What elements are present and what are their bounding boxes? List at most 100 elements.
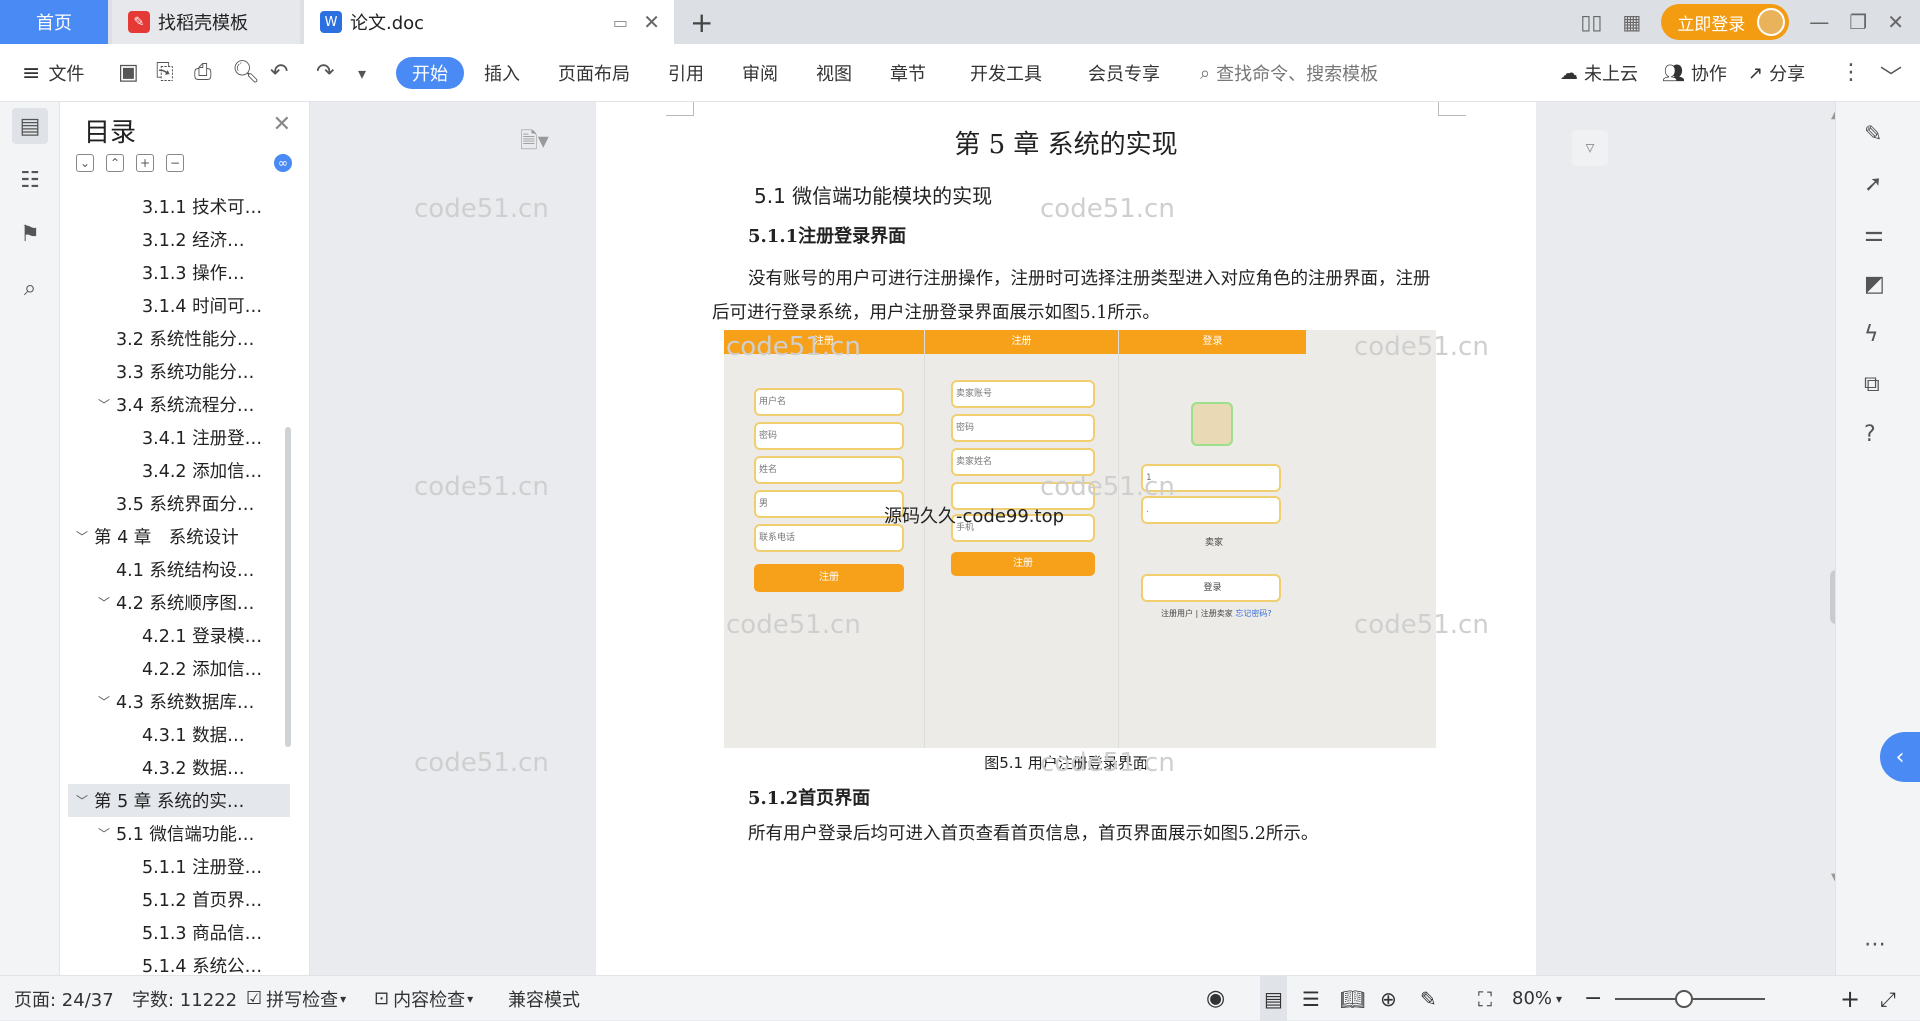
toc-item[interactable]: 4.1 系统结构设… [68,553,290,586]
menu-tab-references[interactable]: 引用 [668,44,704,102]
more-tools-icon[interactable]: ⋯ [1864,932,1886,957]
toc-item[interactable]: 5.1.3 商品信… [68,916,290,949]
grid-icon[interactable]: ▦ [1622,10,1641,34]
toc-item[interactable]: 4.2.1 登录模… [68,619,290,652]
toc-panel-icon[interactable]: ▤ [12,108,48,144]
minimize-icon[interactable]: — [1809,10,1829,34]
content-check[interactable]: ⊡ 内容检查 ▾ [374,976,473,1021]
chevron-down-icon[interactable]: ﹀ [98,693,116,710]
expand-up-icon[interactable]: ⌃ [106,154,124,172]
tab-templates[interactable]: ✎ 找稻壳模板 [112,0,300,44]
save-icon[interactable]: ▣ [118,60,139,85]
toc-item[interactable]: 3.2 系统性能分… [68,322,290,355]
word-count[interactable]: 字数: 11222 [132,976,237,1021]
toc-item[interactable]: ﹀ 第 5 章 系统的实… [68,784,290,817]
select-icon[interactable]: ➚ [1864,172,1882,197]
toc-item[interactable]: ﹀ 3.4 系统流程分… [68,388,290,421]
toc-item[interactable]: ﹀ 4.3 系统数据库… [68,685,290,718]
toc-item[interactable]: 3.3 系统功能分… [68,355,290,388]
help-icon[interactable]: ? [1864,422,1876,447]
zoom-in-icon[interactable]: + [1840,976,1860,1021]
redo-icon[interactable]: ↷ [316,60,334,85]
toc-item[interactable]: ﹀ 4.2 系统顺序图… [68,586,290,619]
fit-page-icon[interactable]: ⛶ [1478,976,1492,1021]
toc-item[interactable]: 3.5 系统界面分… [68,487,290,520]
collapse-all-icon[interactable]: ⌄ [76,154,94,172]
toc-item[interactable]: 3.4.1 注册登… [68,421,290,454]
collapse-ribbon-icon[interactable]: ﹀ [1880,60,1902,92]
toc-item[interactable]: 3.1.1 技术可… [68,190,290,223]
lightning-icon[interactable]: ϟ [1864,322,1879,347]
menu-tab-developer[interactable]: 开发工具 [970,44,1042,102]
spell-check[interactable]: ☑ 拼写检查 ▾ [246,976,346,1021]
print-icon[interactable]: ⎙ [194,60,212,85]
ai-icon[interactable]: ∞ [274,154,292,172]
pen-icon[interactable]: ✎ [1864,122,1882,147]
chevron-down-icon[interactable]: ﹀ [76,528,94,545]
page-count[interactable]: 页面: 24/37 [14,976,114,1021]
chevron-down-icon[interactable]: ﹀ [98,825,116,842]
more-quick-icon[interactable]: ▾ [358,64,366,83]
chevron-down-icon[interactable]: ﹀ [98,396,116,413]
fullscreen-icon[interactable]: ⤢ [1880,976,1896,1021]
web-view-icon[interactable]: ⊕ [1380,976,1397,1021]
toc-item[interactable]: 3.4.2 添加信… [68,454,290,487]
restore-icon[interactable]: ❐ [1849,10,1867,34]
document-page[interactable]: 第 5 章 系统的实现 5.1 微信端功能模块的实现 5.1.1注册登录界面 没… [596,102,1536,975]
monitor-icon[interactable]: ▭ [613,13,628,32]
toc-item[interactable]: 3.1.3 操作… [68,256,290,289]
toc-item[interactable]: 4.3.2 数据… [68,751,290,784]
toc-item[interactable]: 5.1.2 首页界… [68,883,290,916]
more-icon[interactable]: ⋮ [1840,60,1862,85]
zoom-out-icon[interactable]: − [1584,976,1602,1021]
toc-item[interactable]: 4.2.2 添加信… [68,652,290,685]
toc-item[interactable]: ﹀ 5.1 微信端功能… [68,817,290,850]
add-heading-icon[interactable]: + [136,154,154,172]
page-nav-icon[interactable]: 🗎▾ [520,124,549,162]
tab-home[interactable]: 首页 [0,0,108,44]
reader-icon[interactable]: ⧉ [1864,372,1880,397]
toc-item[interactable]: 3.1.4 时间可… [68,289,290,322]
outline-view-icon[interactable]: ☰ [1302,976,1320,1021]
chevron-down-icon[interactable]: ﹀ [98,594,116,611]
command-search[interactable]: ⌕ 查找命令、搜索模板 [1200,44,1378,102]
write-view-icon[interactable]: ✎ [1420,976,1437,1021]
toc-item[interactable]: 5.1.4 系统公… [68,949,290,975]
read-view-icon[interactable]: 📖︎ [1340,976,1365,1021]
preview-icon[interactable]: 🔍︎ [232,60,260,85]
close-tab-icon[interactable]: ✕ [643,10,660,34]
file-menu[interactable]: ≡ 文件 [22,44,84,102]
close-icon[interactable]: ✕ [273,112,291,137]
layout-icon[interactable]: ▯▯ [1580,10,1602,34]
toc-item[interactable]: 4.3.1 数据… [68,718,290,751]
toc-item[interactable]: 5.1.1 注册登… [68,850,290,883]
cloud-status[interactable]: ☁ 未上云 [1560,44,1638,102]
tab-document[interactable]: W 论文.doc ▭ ✕ [304,0,674,44]
undo-icon[interactable]: ↶ [270,60,288,85]
find-icon[interactable]: ⌕ [12,270,48,306]
filter-icon[interactable]: ▿ [1572,130,1608,166]
menu-tab-insert[interactable]: 插入 [484,44,520,102]
remove-heading-icon[interactable]: − [166,154,184,172]
menu-tab-review[interactable]: 审阅 [742,44,778,102]
toc-item[interactable]: ﹀ 第 4 章 系统设计 [68,520,290,553]
page-view-icon[interactable]: ▤ [1260,976,1287,1021]
close-window-icon[interactable]: ✕ [1887,10,1904,34]
eye-protect-icon[interactable]: ◉ [1206,976,1225,1021]
menu-tab-chapter[interactable]: 章节 [890,44,926,102]
menu-tab-layout[interactable]: 页面布局 [558,44,630,102]
menu-tab-vip[interactable]: 会员专享 [1088,44,1160,102]
menu-tab-start[interactable]: 开始 [396,57,464,89]
image-tool-icon[interactable]: ◩ [1864,272,1885,297]
nav-panel-icon[interactable]: ☷ [12,162,48,198]
chevron-down-icon[interactable]: ﹀ [76,792,94,809]
menu-tab-view[interactable]: 视图 [816,44,852,102]
toc-scrollbar[interactable] [285,427,291,747]
collaborate-button[interactable]: 👥︎ 协作 [1662,44,1727,102]
new-tab-button[interactable]: + [690,6,713,39]
bookmark-icon[interactable]: ⚑ [12,216,48,252]
login-button[interactable]: 立即登录 [1661,4,1790,40]
toc-item[interactable]: 3.1.2 经济… [68,223,290,256]
adjust-icon[interactable]: ⚌ [1864,222,1884,247]
zoom-slider-handle[interactable] [1675,990,1693,1008]
